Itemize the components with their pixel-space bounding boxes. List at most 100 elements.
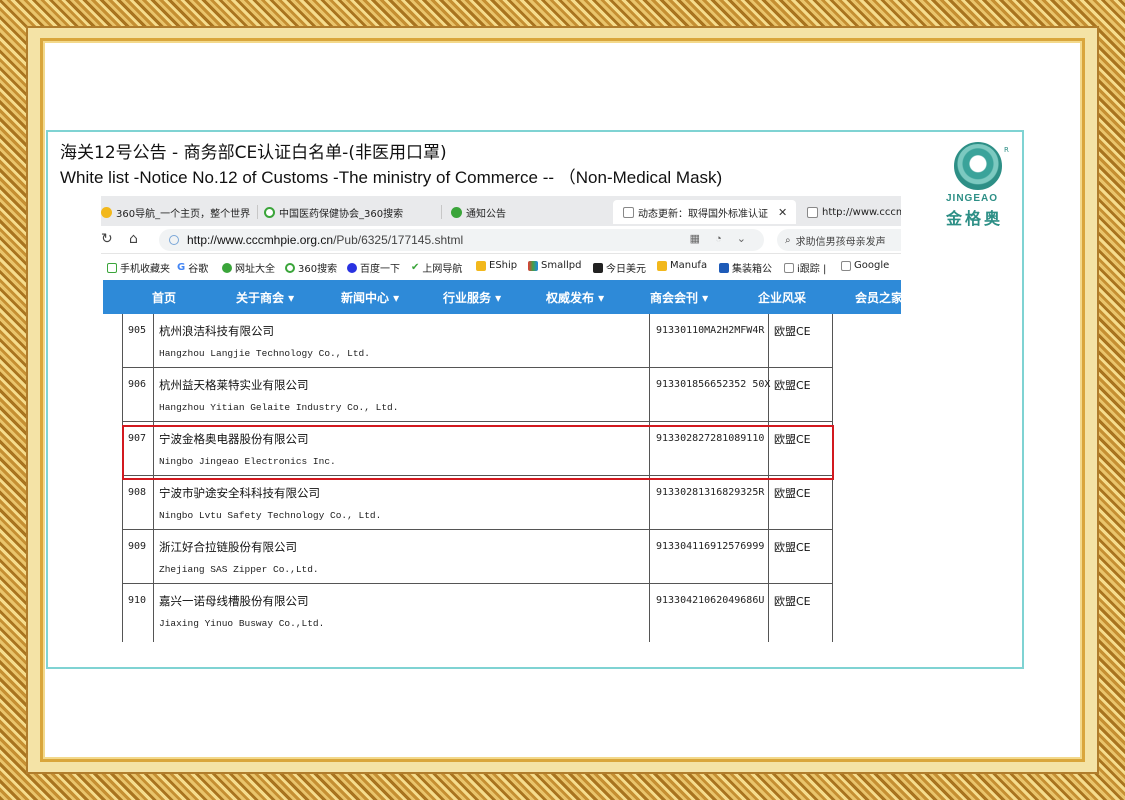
bookmark-label: 网址大全 bbox=[235, 264, 275, 275]
bookmark-label: EShip bbox=[489, 260, 518, 271]
page-icon bbox=[807, 206, 818, 218]
close-tab-icon[interactable]: ✕ bbox=[778, 206, 787, 219]
certification: 欧盟CE bbox=[774, 541, 811, 554]
track-icon bbox=[784, 262, 794, 273]
logo-emblem-icon bbox=[954, 142, 1002, 190]
highlight-box-jingeao bbox=[122, 425, 834, 480]
url-tools-icon[interactable]: ▦ ◔ ⌄ bbox=[690, 232, 752, 245]
tab-cccmh[interactable]: http://www.cccmh bbox=[801, 200, 901, 224]
tab-notice[interactable]: 通知公告 bbox=[451, 200, 601, 224]
url-path: /Pub/6325/177145.shtml bbox=[333, 233, 464, 247]
nav-news[interactable]: 新闻中心 ▾ bbox=[341, 289, 399, 306]
certification: 欧盟CE bbox=[774, 487, 811, 500]
row-number: 908 bbox=[128, 487, 147, 498]
nav-releases[interactable]: 权威发布 ▾ bbox=[546, 289, 604, 306]
tab-separator bbox=[257, 205, 258, 219]
bookmark-baidu[interactable]: 百度一下 bbox=[347, 260, 400, 275]
company-name-en: Zhejiang SAS Zipper Co.,Ltd. bbox=[159, 564, 319, 575]
logo-text-cn: 金格奥 bbox=[946, 209, 1004, 228]
company-name-en: Hangzhou Yitian Gelaite Industry Co., Lt… bbox=[159, 402, 399, 413]
nav-journal[interactable]: 商会会刊 ▾ bbox=[650, 289, 708, 306]
certification: 欧盟CE bbox=[774, 595, 811, 608]
bookmark-label: 手机收藏夹 bbox=[120, 264, 170, 275]
row-number: 905 bbox=[128, 325, 147, 336]
table-row: 909 浙江好合拉链股份有限公司 Zhejiang SAS Zipper Co.… bbox=[122, 530, 832, 584]
phone-icon bbox=[107, 262, 117, 273]
bookmark-label: 今日美元 bbox=[606, 264, 646, 275]
logo-registered-mark: R bbox=[1004, 146, 1009, 154]
nav-enterprise[interactable]: 企业风采 bbox=[758, 289, 806, 306]
tab-bar: 360导航_一个主页，整个世界 中国医药保健协会_360搜索 通知公告 动态更新… bbox=[101, 196, 901, 226]
bookmark-label: 360搜索 bbox=[298, 264, 338, 275]
nav-services[interactable]: 行业服务 ▾ bbox=[443, 289, 501, 306]
table-row: 905 杭州浪洁科技有限公司 Hangzhou Langjie Technolo… bbox=[122, 314, 832, 368]
search-placeholder: 求助信男孩母亲发声 bbox=[795, 236, 886, 248]
page-icon bbox=[841, 260, 851, 271]
bookmark-eship[interactable]: EShip bbox=[476, 260, 517, 271]
credit-code: 91330110MA2H2MFW4R bbox=[656, 325, 765, 336]
search-input[interactable]: ⌕ 求助信男孩母亲发声 bbox=[777, 229, 901, 251]
bookmark-360search[interactable]: 360搜索 bbox=[285, 260, 337, 275]
nav-members[interactable]: 会员之家 bbox=[855, 289, 901, 306]
tab-360nav[interactable]: 360导航_一个主页，整个世界 bbox=[101, 200, 251, 224]
tab-label: 中国医药保健协会_360搜索 bbox=[279, 208, 404, 220]
bookmark-track[interactable]: i跟踪 | bbox=[784, 260, 826, 275]
bookmark-container[interactable]: 集装箱公 bbox=[719, 260, 772, 275]
bookmark-label: 百度一下 bbox=[360, 264, 400, 275]
bookmark-usd[interactable]: 今日美元 bbox=[593, 260, 646, 275]
jingeao-logo: R JINGEAO 金格奥 bbox=[942, 142, 1020, 228]
security-icon bbox=[169, 235, 179, 245]
bookmark-mobile[interactable]: 手机收藏夹 bbox=[107, 260, 170, 275]
nav-home[interactable]: 首页 bbox=[152, 289, 176, 306]
bookmarks-bar: 手机收藏夹 G 谷歌 网址大全 360搜索 百度一下 ✔ 上网导航 EShip Sm… bbox=[101, 254, 901, 280]
360search-icon bbox=[264, 206, 275, 218]
360search-icon bbox=[285, 262, 295, 273]
nav-about[interactable]: 关于商会 ▾ bbox=[236, 289, 294, 306]
baidu-icon bbox=[347, 262, 357, 273]
title-chinese: 海关12号公告 - 商务部CE认证白名单-(非医用口罩) bbox=[60, 143, 447, 163]
search-icon: ⌕ bbox=[785, 234, 791, 246]
company-name-cn: 宁波市驴途安全科科技有限公司 bbox=[159, 486, 320, 500]
credit-code: 91330281316829325R bbox=[656, 487, 765, 498]
title-english: White list -Notice No.12 of Customs -The… bbox=[60, 168, 723, 187]
row-number: 906 bbox=[128, 379, 147, 390]
certification: 欧盟CE bbox=[774, 379, 811, 392]
bookmark-sitelist[interactable]: 网址大全 bbox=[222, 260, 275, 275]
bookmark-google[interactable]: Google bbox=[841, 260, 889, 271]
bookmark-label: i跟踪 | bbox=[797, 264, 827, 275]
bookmark-label: Google bbox=[854, 260, 890, 271]
bookmark-label: Smallpd bbox=[541, 260, 582, 271]
home-icon[interactable]: ⌂ bbox=[129, 231, 138, 247]
check-icon: ✔ bbox=[411, 262, 420, 273]
bookmark-label: 谷歌 bbox=[188, 264, 209, 275]
tab-label: 通知公告 bbox=[466, 208, 506, 220]
company-name-cn: 嘉兴一诺母线槽股份有限公司 bbox=[159, 594, 309, 608]
bookmark-nav[interactable]: ✔ 上网导航 bbox=[411, 260, 462, 275]
credit-code: 913301856652352 50X bbox=[656, 379, 771, 390]
tab-360search[interactable]: 中国医药保健协会_360搜索 bbox=[264, 200, 434, 224]
tab-label: http://www.cccmh bbox=[822, 206, 901, 218]
table-row: 908 宁波市驴途安全科科技有限公司 Ningbo Lvtu Safety Te… bbox=[122, 476, 832, 530]
bookmark-google-cn[interactable]: G 谷歌 bbox=[177, 260, 208, 275]
tab-label: 动态更新：取得国外标准认证 bbox=[638, 208, 768, 220]
bookmark-label: 集装箱公 bbox=[732, 264, 772, 275]
bookmark-manufa[interactable]: Manufa bbox=[657, 260, 707, 271]
tab-active-update[interactable]: 动态更新：取得国外标准认证 bbox=[613, 200, 796, 224]
company-name-en: Hangzhou Langjie Technology Co., Ltd. bbox=[159, 348, 370, 359]
logo-text-en: JINGEAO bbox=[946, 193, 999, 204]
container-icon bbox=[719, 262, 729, 273]
url-input[interactable]: http://www.cccmhpie.org.cn/Pub/6325/1771… bbox=[159, 229, 764, 251]
sitelist-icon bbox=[222, 262, 232, 273]
company-name-en: Ningbo Lvtu Safety Technology Co., Ltd. bbox=[159, 510, 382, 521]
tab-label: 360导航_一个主页，整个世界 bbox=[116, 208, 251, 220]
google-icon: G bbox=[177, 262, 186, 273]
row-number: 909 bbox=[128, 541, 147, 552]
currency-icon bbox=[593, 262, 603, 273]
bookmark-label: 上网导航 bbox=[422, 264, 463, 275]
refresh-icon[interactable]: ↻ bbox=[101, 231, 113, 247]
site-navigation: 首页 关于商会 ▾ 新闻中心 ▾ 行业服务 ▾ 权威发布 ▾ 商会会刊 ▾ 企业… bbox=[103, 280, 901, 314]
bookmark-smallpdf[interactable]: Smallpd bbox=[528, 260, 581, 271]
browser-screenshot: 360导航_一个主页，整个世界 中国医药保健协会_360搜索 通知公告 动态更新… bbox=[101, 196, 901, 642]
360-icon bbox=[101, 206, 112, 218]
company-name-en: Jiaxing Yinuo Busway Co.,Ltd. bbox=[159, 618, 325, 629]
